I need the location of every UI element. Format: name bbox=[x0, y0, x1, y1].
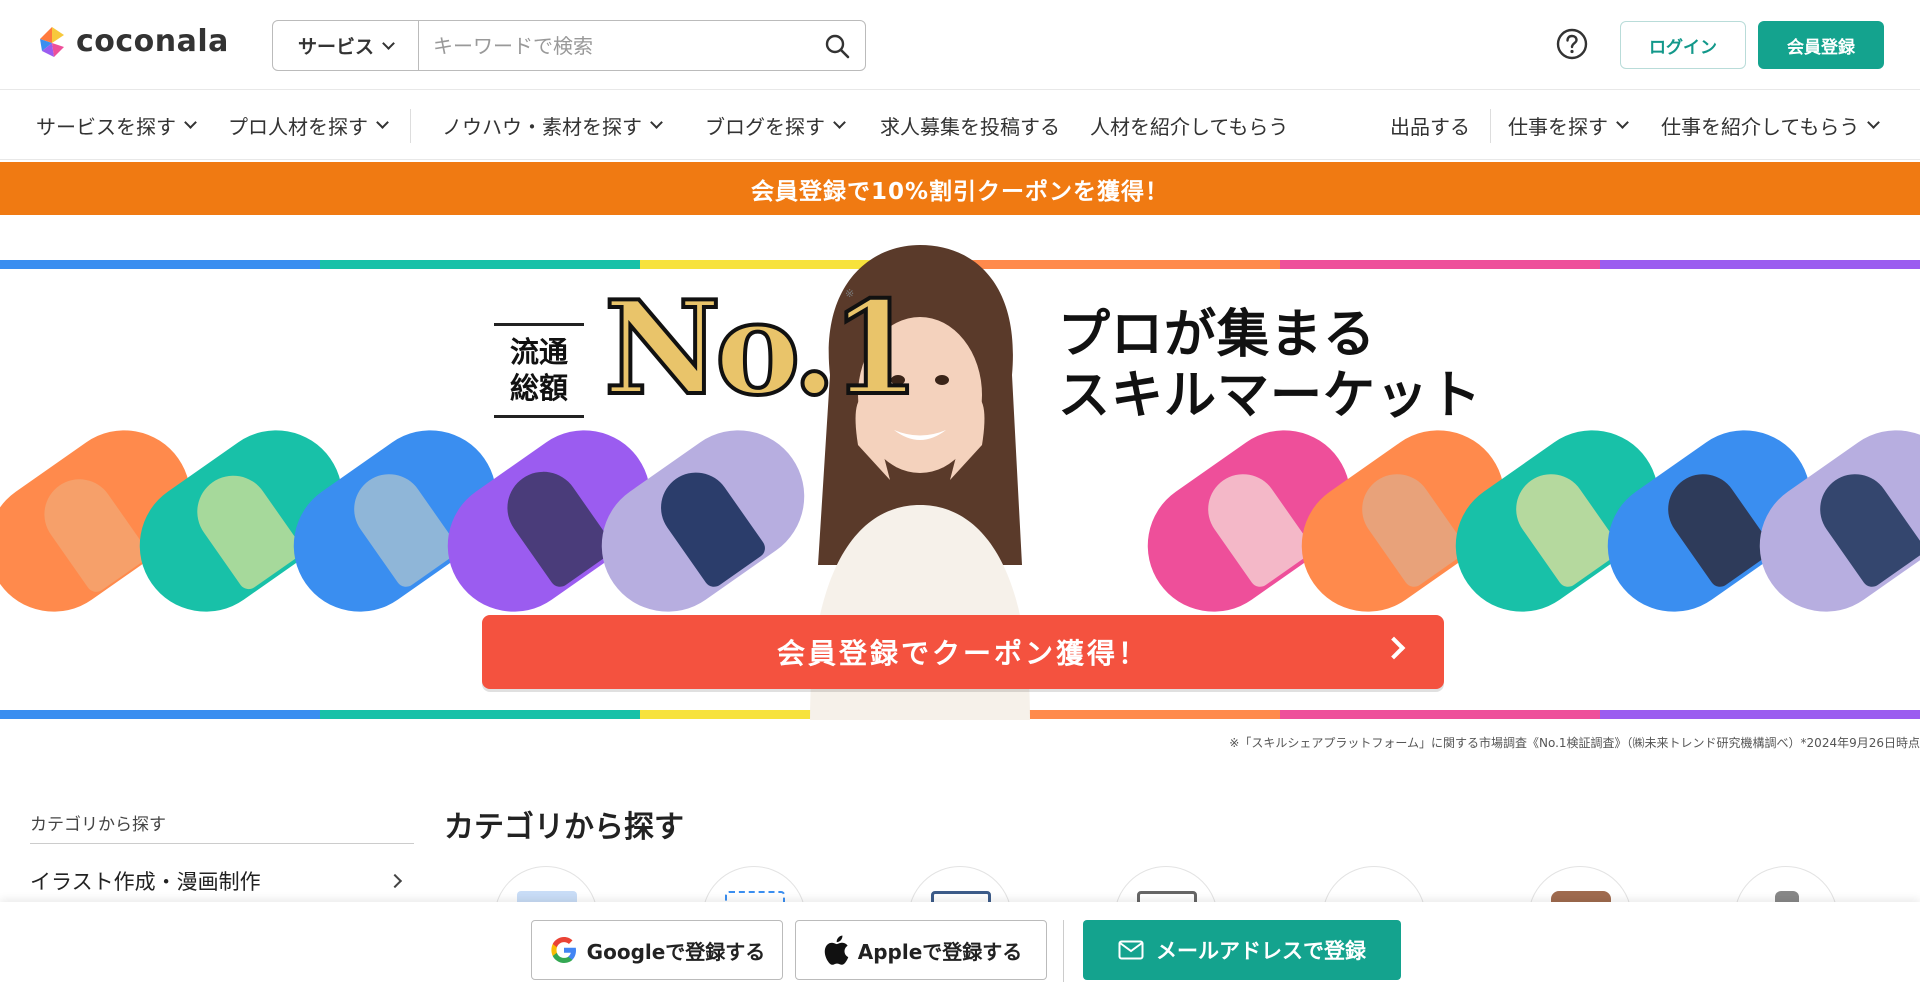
person-figure bbox=[1348, 460, 1469, 591]
signup-button[interactable]: 会員登録 bbox=[1758, 21, 1884, 69]
category-section-title: カテゴリから探す bbox=[444, 810, 684, 845]
chevron-right-icon bbox=[387, 873, 403, 889]
nav-label: 求人募集を投稿する bbox=[880, 114, 1060, 139]
bar-divider bbox=[1063, 920, 1064, 982]
nav-label: 人材を紹介してもらう bbox=[1090, 114, 1289, 139]
hero-title-line2: スキルマーケット bbox=[1058, 366, 1483, 427]
sidebar-item-label: イラスト作成・漫画制作 bbox=[30, 870, 261, 894]
search-input[interactable] bbox=[419, 21, 809, 70]
email-signup-button[interactable]: メールアドレスで登録 bbox=[1083, 920, 1401, 980]
nav-label: 仕事を探す bbox=[1508, 114, 1608, 139]
nav-label: ブログを探す bbox=[705, 114, 825, 139]
site-header: coconala サービス ログイン 会員登録 bbox=[0, 0, 1920, 90]
apple-icon bbox=[824, 935, 849, 965]
person-figure bbox=[1806, 460, 1920, 591]
hero-tag-line1: 流通 bbox=[509, 335, 568, 369]
apple-signup-label: Appleで登録する bbox=[857, 939, 1023, 964]
sidebar-divider bbox=[30, 843, 414, 844]
sidebar-title: カテゴリから探す bbox=[30, 815, 166, 835]
coupon-signup-button[interactable]: 会員登録でクーポン獲得！ bbox=[482, 615, 1444, 689]
email-signup-label: メールアドレスで登録 bbox=[1156, 939, 1366, 963]
search-button[interactable] bbox=[809, 21, 865, 70]
person-figure bbox=[340, 460, 461, 591]
chevron-down-icon bbox=[376, 116, 389, 129]
chevron-down-icon bbox=[650, 116, 663, 129]
hero-footnote: ※「スキルシェアプラットフォーム」に関する市場調査《No.1検証調査》（㈱未来ト… bbox=[1229, 736, 1920, 750]
logo-text: coconala bbox=[76, 24, 229, 59]
chevron-down-icon bbox=[184, 116, 197, 129]
nav-label: 出品する bbox=[1390, 114, 1470, 139]
login-button[interactable]: ログイン bbox=[1620, 21, 1746, 69]
person-figure bbox=[647, 458, 769, 591]
hero-no1: No.1 bbox=[602, 274, 922, 424]
chevron-down-icon bbox=[833, 116, 846, 129]
chevron-down-icon bbox=[1867, 116, 1881, 129]
nav-item-find-blogs[interactable]: ブログを探す bbox=[705, 90, 846, 160]
global-nav: サービスを探す プロ人材を探す ノウハウ・素材を探す ブログを探す 求人募集を投… bbox=[0, 90, 1920, 160]
person-figure bbox=[30, 465, 152, 596]
mail-icon bbox=[1118, 940, 1144, 960]
signup-sticky-bar: Googleで登録する Appleで登録する メールアドレスで登録 bbox=[0, 902, 1920, 998]
nav-item-post-job[interactable]: 求人募集を投稿する bbox=[880, 90, 1060, 160]
nav-label: サービスを探す bbox=[36, 114, 176, 139]
google-signup-label: Googleで登録する bbox=[586, 939, 766, 964]
google-signup-button[interactable]: Googleで登録する bbox=[531, 920, 783, 980]
hero-banner[interactable]: 流通 総額 No.1 ※ プロが集まる スキルマーケット 会員登録でクーポン獲得… bbox=[0, 215, 1920, 720]
nav-item-find-work[interactable]: 仕事を探す bbox=[1508, 90, 1629, 160]
nav-label: ノウハウ・素材を探す bbox=[442, 114, 642, 139]
nav-divider bbox=[410, 109, 411, 143]
apple-signup-button[interactable]: Appleで登録する bbox=[795, 920, 1047, 980]
person-figure bbox=[183, 461, 306, 594]
sidebar-item-illustration[interactable]: イラスト作成・漫画制作 bbox=[30, 866, 414, 896]
search-category-label: サービス bbox=[297, 36, 374, 58]
page: coconala サービス ログイン 会員登録 サービスを探す bbox=[0, 0, 1920, 998]
nav-label: プロ人材を探す bbox=[228, 114, 368, 139]
logo[interactable]: coconala bbox=[36, 24, 229, 59]
hero-tag-line2: 総額 bbox=[509, 371, 568, 406]
nav-item-sell[interactable]: 出品する bbox=[1390, 90, 1470, 160]
coupon-banner[interactable]: 会員登録で10%割引クーポンを獲得！ bbox=[0, 162, 1920, 215]
nav-item-get-referral[interactable]: 人材を紹介してもらう bbox=[1090, 90, 1288, 160]
hero-note-mark: ※ bbox=[845, 287, 855, 300]
hero-tag: 流通 総額 bbox=[494, 323, 584, 418]
hero-title: プロが集まる スキルマーケット bbox=[1058, 305, 1482, 428]
nav-item-find-pros[interactable]: プロ人材を探す bbox=[228, 90, 389, 160]
nav-label: 仕事を紹介してもらう bbox=[1661, 114, 1860, 139]
person-figure bbox=[493, 457, 617, 591]
help-icon[interactable] bbox=[1556, 28, 1588, 60]
nav-item-find-services[interactable]: サービスを探す bbox=[36, 90, 197, 160]
google-icon bbox=[551, 937, 576, 963]
search-category-select[interactable]: サービス bbox=[273, 21, 419, 70]
person-figure bbox=[1194, 460, 1315, 591]
chevron-down-icon bbox=[1616, 116, 1629, 129]
person-figure bbox=[1502, 460, 1623, 591]
nav-divider bbox=[1490, 109, 1491, 143]
nav-item-find-knowhow[interactable]: ノウハウ・素材を探す bbox=[442, 90, 663, 160]
chevron-down-icon bbox=[382, 36, 395, 50]
search-icon bbox=[825, 34, 850, 58]
nav-item-work-referral[interactable]: 仕事を紹介してもらう bbox=[1661, 90, 1881, 160]
chevron-right-icon bbox=[1382, 636, 1406, 660]
person-figure bbox=[1654, 460, 1775, 591]
cta-label: 会員登録でクーポン獲得！ bbox=[776, 637, 1149, 670]
search-box: サービス bbox=[272, 20, 866, 71]
coconala-logo-icon bbox=[40, 26, 64, 57]
hero-title-line1: プロが集まる bbox=[1058, 305, 1377, 365]
